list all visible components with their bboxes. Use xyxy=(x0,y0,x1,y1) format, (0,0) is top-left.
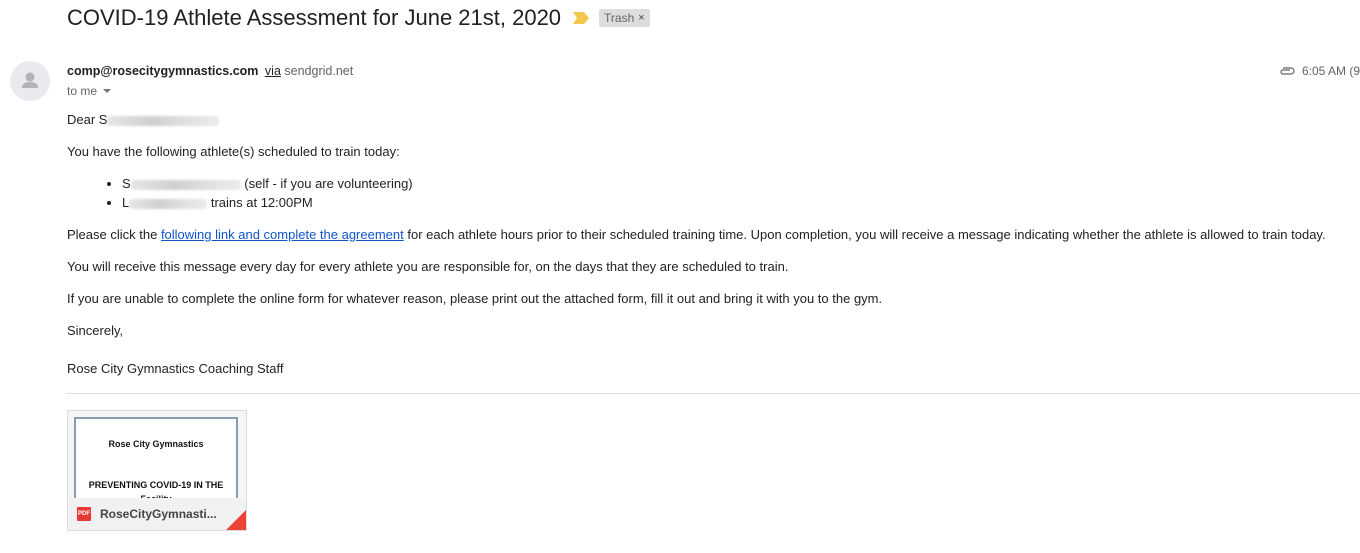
redacted-name xyxy=(107,115,220,126)
attachment-card[interactable]: Rose City Gymnastics PREVENTING COVID-19… xyxy=(67,410,247,531)
instruction-before: Please click the xyxy=(67,227,161,242)
trash-label-chip[interactable]: Trash × xyxy=(599,9,650,27)
athlete-list: S (self - if you are volunteering) L tra… xyxy=(67,175,413,213)
avatar-icon xyxy=(22,72,38,88)
redacted-name xyxy=(130,179,241,190)
pdf-icon: PDF xyxy=(77,507,91,521)
chevron-down-icon[interactable] xyxy=(103,89,112,93)
greeting: Dear S xyxy=(67,111,220,129)
preview-heading: PREVENTING COVID-19 IN THE xyxy=(88,480,224,490)
attachment-footer[interactable]: PDF RoseCityGymnasti... xyxy=(68,498,246,530)
agreement-link[interactable]: following link and complete the agreemen… xyxy=(161,227,404,242)
page-fold-corner xyxy=(226,510,246,530)
redacted-name xyxy=(129,198,208,209)
avatar[interactable] xyxy=(10,61,50,101)
preview-title: Rose City Gymnastics xyxy=(108,439,204,449)
greeting-text: Dear S xyxy=(67,112,108,127)
recipient-line[interactable]: to me xyxy=(67,84,112,98)
print-instruction-text: If you are unable to complete the online… xyxy=(67,291,883,306)
divider xyxy=(67,393,1360,394)
message-time[interactable]: 6:05 AM (9 xyxy=(1302,64,1360,78)
athlete-prefix: L xyxy=(122,195,130,210)
signature: Rose City Gymnastics Coaching Staff xyxy=(67,361,284,376)
athlete-prefix: S xyxy=(122,176,131,191)
closing-text: Sincerely, xyxy=(67,323,124,338)
frequency-text: You will receive this message every day … xyxy=(67,259,789,274)
instruction-text: Please click the following link and comp… xyxy=(67,226,1326,244)
list-item: S (self - if you are volunteering) xyxy=(122,175,413,194)
athlete-note: (self - if you are volunteering) xyxy=(240,176,413,191)
intro-text: You have the following athlete(s) schedu… xyxy=(67,144,400,159)
via-link[interactable]: via xyxy=(265,64,281,78)
subject-row: COVID-19 Athlete Assessment for June 21s… xyxy=(67,5,650,31)
label-text: Trash xyxy=(604,11,635,25)
instruction-after: for each athlete hours prior to their sc… xyxy=(403,227,1326,242)
importance-marker-icon[interactable] xyxy=(573,12,590,24)
via-domain: sendgrid.net xyxy=(284,64,354,78)
attachment-filename[interactable]: RoseCityGymnasti... xyxy=(100,507,217,521)
via-text: via sendgrid.net xyxy=(265,64,353,78)
message-meta: 6:05 AM (9 xyxy=(1278,64,1360,78)
email-subject: COVID-19 Athlete Assessment for June 21s… xyxy=(67,5,562,30)
sender-email[interactable]: comp@rosecitygymnastics.com xyxy=(67,64,258,78)
athlete-note: trains at 12:00PM xyxy=(207,195,313,210)
recipient-text: to me xyxy=(67,84,98,98)
paperclip-icon xyxy=(1280,67,1295,75)
sender-line: comp@rosecitygymnastics.com via sendgrid… xyxy=(67,64,353,78)
list-item: L trains at 12:00PM xyxy=(122,194,413,213)
close-icon[interactable]: × xyxy=(638,12,644,24)
